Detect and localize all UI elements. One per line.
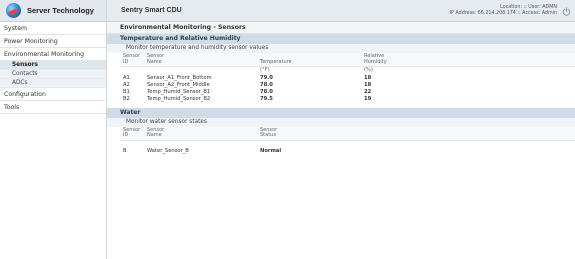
- brand-logo[interactable]: Server Technology: [0, 0, 106, 22]
- top-header: Sentry Smart CDU Location: :: User: ADMN…: [107, 0, 575, 22]
- col-header-sensor-id: Sensor ID: [120, 127, 144, 141]
- col-header-sensor-name: Sensor Name: [144, 53, 257, 67]
- table-row: A2 Sensor_A2_Front_Middle 78.0 18: [120, 82, 575, 89]
- col-header-sensor-name: Sensor Name: [144, 127, 257, 141]
- units-cell-empty: [120, 67, 144, 75]
- humidity-value: 22: [364, 88, 372, 95]
- temperature-value: 78.0: [260, 88, 273, 95]
- section-header-temperature: Temperature and Relative Humidity: [107, 34, 575, 44]
- power-icon[interactable]: [562, 7, 571, 16]
- table-header-row: Sensor ID Sensor Name Sensor Status: [120, 126, 575, 141]
- sensor-name: Sensor_A1_Front_Bottom: [147, 74, 212, 81]
- units-cell-empty: [144, 67, 257, 75]
- sidebar-subitem-sensors[interactable]: Sensors: [0, 61, 106, 70]
- blank-cell: [120, 140, 144, 148]
- brand-name: Server Technology: [27, 6, 94, 15]
- sidebar-item-environmental-monitoring[interactable]: Environmental Monitoring: [0, 48, 106, 61]
- globe-logo-icon: [6, 3, 21, 18]
- temperature-value: 78.0: [260, 81, 273, 88]
- humidity-value: 18: [364, 81, 372, 88]
- table-row: A1 Sensor_A1_Front_Bottom 79.0 18: [120, 75, 575, 82]
- sidebar-subitem-contacts[interactable]: Contacts: [0, 70, 106, 79]
- temperature-humidity-table: Sensor ID Sensor Name Temperature Relati…: [120, 53, 575, 103]
- table-header-row: Sensor ID Sensor Name Temperature Relati…: [120, 53, 575, 67]
- col-header-line: ID: [123, 132, 129, 138]
- sensor-name: Temp_Humid_Sensor_B2: [147, 95, 211, 102]
- app-title: Sentry Smart CDU: [121, 7, 182, 14]
- col-header-temperature: Temperature: [257, 53, 361, 67]
- col-header-line: Name: [147, 132, 162, 138]
- section-description-water: Monitor water sensor states: [107, 117, 575, 127]
- humidity-value: 19: [364, 95, 372, 102]
- temperature-value: 79.0: [260, 74, 273, 81]
- sidebar-item-tools[interactable]: Tools: [0, 101, 106, 114]
- sidebar-item-system[interactable]: System: [0, 22, 106, 35]
- table-row: B Water_Sensor_B Normal: [120, 148, 575, 155]
- sensor-name: Sensor_A2_Front_Middle: [147, 81, 210, 88]
- sensor-id: B2: [123, 95, 130, 102]
- sensor-id: A2: [123, 81, 130, 88]
- sensor-id: A1: [123, 74, 130, 81]
- table-row: B1 Temp_Humid_Sensor_B1 78.0 22: [120, 89, 575, 96]
- section-description-temperature: Monitor temperature and humidity sensor …: [107, 44, 575, 53]
- sidebar-item-configuration[interactable]: Configuration: [0, 88, 106, 101]
- sensor-status: Normal: [260, 148, 282, 154]
- humidity-value: 18: [364, 74, 372, 81]
- col-header-line: Status: [260, 132, 276, 138]
- sensor-id: B: [123, 148, 127, 154]
- col-header-sensor-id: Sensor ID: [120, 53, 144, 67]
- blank-cell: [257, 140, 575, 148]
- sensor-name: Water_Sensor_B: [147, 148, 189, 154]
- water-sensor-table: Sensor ID Sensor Name Sensor Status B Wa…: [120, 126, 575, 156]
- col-header-line: ID: [123, 58, 129, 65]
- units-row: (°F) (%): [120, 67, 575, 75]
- blank-row: [120, 140, 575, 148]
- sensor-name: Temp_Humid_Sensor_B1: [147, 88, 211, 95]
- sidebar-item-power-monitoring[interactable]: Power Monitoring: [0, 35, 106, 48]
- col-header-line: Humidity: [364, 58, 387, 65]
- section-header-water: Water: [107, 107, 575, 118]
- col-header-line: Temperature: [260, 58, 292, 65]
- col-header-humidity: Relative Humidity: [361, 53, 575, 67]
- sensor-id: B1: [123, 88, 130, 95]
- table-row: B2 Temp_Humid_Sensor_B2 79.5 19: [120, 96, 575, 103]
- sidebar: Server Technology System Power Monitorin…: [0, 0, 107, 259]
- col-header-line: Name: [147, 58, 162, 65]
- blank-cell: [144, 140, 257, 148]
- unit-humidity: (%): [364, 67, 373, 74]
- ip-access-line: IP Address: 66.214.208.174 :: Access: Ad…: [449, 11, 557, 16]
- temperature-value: 79.5: [260, 95, 273, 102]
- unit-temperature: (°F): [260, 67, 270, 74]
- col-header-sensor-status: Sensor Status: [257, 127, 575, 141]
- main-content: Environmental Monitoring - Sensors Tempe…: [107, 22, 575, 259]
- session-info: Location: :: User: ADMN IP Address: 66.2…: [450, 5, 557, 17]
- page-title: Environmental Monitoring - Sensors: [107, 22, 575, 34]
- sidebar-subitem-adcs[interactable]: ADCs: [0, 79, 106, 88]
